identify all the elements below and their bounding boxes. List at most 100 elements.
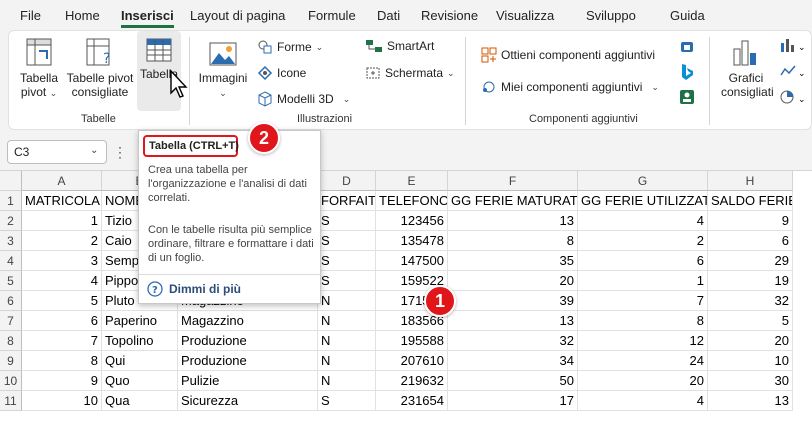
data-cell[interactable]: 4	[578, 391, 708, 411]
data-cell[interactable]: N	[318, 291, 376, 311]
data-cell[interactable]: 30	[708, 371, 793, 391]
data-cell[interactable]: 5	[22, 291, 102, 311]
data-cell[interactable]: 8	[578, 311, 708, 331]
select-all-corner[interactable]	[0, 171, 22, 191]
tab-layout[interactable]: Layout di pagina	[190, 8, 285, 23]
data-cell[interactable]: 8	[448, 231, 578, 251]
row-header[interactable]: 2	[0, 211, 22, 231]
data-cell[interactable]: 20	[448, 271, 578, 291]
data-cell[interactable]: 39	[448, 291, 578, 311]
modelli-3d-button[interactable]: Modelli 3D ⌄	[257, 91, 350, 107]
data-cell[interactable]: 7	[22, 331, 102, 351]
immagini-button[interactable]: Immagini ⌄	[193, 41, 253, 100]
data-cell[interactable]: 13	[448, 211, 578, 231]
data-cell[interactable]: N	[318, 311, 376, 331]
data-cell[interactable]: 7	[578, 291, 708, 311]
data-cell[interactable]: 2	[22, 231, 102, 251]
schermata-button[interactable]: Schermata ⌄	[365, 65, 455, 81]
row-header[interactable]: 11	[0, 391, 22, 411]
row-header[interactable]: 7	[0, 311, 22, 331]
data-cell[interactable]: 50	[448, 371, 578, 391]
data-cell[interactable]: N	[318, 371, 376, 391]
column-header[interactable]: E	[376, 171, 448, 191]
column-header[interactable]: F	[448, 171, 578, 191]
row-header[interactable]: 5	[0, 271, 22, 291]
people-graph-icon[interactable]	[679, 39, 695, 55]
bar-chart-icon[interactable]: ⌄	[779, 37, 807, 53]
worksheet-grid[interactable]: ABCDEFGH1234567891011MATRICOLANOMEREPART…	[0, 170, 812, 426]
tabella-pivot-button[interactable]: Tabella pivot ⌄	[15, 37, 63, 100]
data-cell[interactable]: Produzione	[178, 351, 318, 371]
data-cell[interactable]: 6	[22, 311, 102, 331]
data-cell[interactable]: 20	[708, 331, 793, 351]
data-cell[interactable]: 5	[708, 311, 793, 331]
data-cell[interactable]: S	[318, 251, 376, 271]
data-cell[interactable]: 1	[578, 271, 708, 291]
data-cell[interactable]: 135478	[376, 231, 448, 251]
data-cell[interactable]: 2	[578, 231, 708, 251]
data-cell[interactable]: 9	[708, 211, 793, 231]
forme-button[interactable]: Forme ⌄	[257, 39, 323, 55]
visio-icon[interactable]	[679, 89, 695, 105]
data-cell[interactable]: Pulizie	[178, 371, 318, 391]
tab-guida[interactable]: Guida	[670, 8, 705, 23]
data-cell[interactable]: 219632	[376, 371, 448, 391]
data-cell[interactable]: 29	[708, 251, 793, 271]
bing-icon[interactable]	[679, 63, 695, 81]
data-cell[interactable]: 19	[708, 271, 793, 291]
data-cell[interactable]: S	[318, 271, 376, 291]
data-cell[interactable]: Qui	[102, 351, 178, 371]
data-cell[interactable]: Sicurezza	[178, 391, 318, 411]
pie-chart-icon[interactable]: ⌄	[779, 89, 807, 105]
column-header[interactable]: A	[22, 171, 102, 191]
header-cell[interactable]: GG FERIE MATURATI	[448, 191, 578, 211]
tab-visualizza[interactable]: Visualizza	[496, 8, 554, 23]
data-cell[interactable]: N	[318, 351, 376, 371]
data-cell[interactable]: S	[318, 211, 376, 231]
row-header[interactable]: 10	[0, 371, 22, 391]
row-header[interactable]: 9	[0, 351, 22, 371]
data-cell[interactable]: 9	[22, 371, 102, 391]
row-header[interactable]: 8	[0, 331, 22, 351]
header-cell[interactable]: GG FERIE UTILIZZATI	[578, 191, 708, 211]
data-cell[interactable]: 8	[22, 351, 102, 371]
tooltip-help-link[interactable]: ? Dimmi di più	[147, 281, 241, 297]
data-cell[interactable]: 13	[448, 311, 578, 331]
data-cell[interactable]: 4	[578, 211, 708, 231]
row-header[interactable]: 1	[0, 191, 22, 211]
data-cell[interactable]: 207610	[376, 351, 448, 371]
tab-inserisci[interactable]: Inserisci	[121, 8, 174, 28]
miei-componenti-button[interactable]: Miei componenti aggiuntivi ⌄	[481, 79, 659, 95]
data-cell[interactable]: 32	[708, 291, 793, 311]
data-cell[interactable]: 17	[448, 391, 578, 411]
data-cell[interactable]: 231654	[376, 391, 448, 411]
data-cell[interactable]: 3	[22, 251, 102, 271]
data-cell[interactable]: 13	[708, 391, 793, 411]
data-cell[interactable]: 4	[22, 271, 102, 291]
data-cell[interactable]: 10	[708, 351, 793, 371]
tab-dati[interactable]: Dati	[377, 8, 400, 23]
data-cell[interactable]: 35	[448, 251, 578, 271]
row-header[interactable]: 6	[0, 291, 22, 311]
tab-sviluppo[interactable]: Sviluppo	[586, 8, 636, 23]
header-cell[interactable]: MATRICOLA	[22, 191, 102, 211]
more-icon[interactable]: ⋮	[113, 144, 127, 161]
icone-button[interactable]: Icone	[257, 65, 306, 81]
tab-formule[interactable]: Formule	[308, 8, 356, 23]
data-cell[interactable]: 32	[448, 331, 578, 351]
data-cell[interactable]: Topolino	[102, 331, 178, 351]
data-cell[interactable]: S	[318, 231, 376, 251]
tabelle-pivot-consigliate-button[interactable]: ? Tabelle pivot consigliate	[65, 37, 135, 99]
data-cell[interactable]: N	[318, 331, 376, 351]
tab-revisione[interactable]: Revisione	[421, 8, 478, 23]
data-cell[interactable]: 12	[578, 331, 708, 351]
column-header[interactable]: G	[578, 171, 708, 191]
data-cell[interactable]: Magazzino	[178, 311, 318, 331]
grafici-consigliati-button[interactable]: Grafici consigliati	[721, 37, 774, 99]
header-cell[interactable]: SALDO FERIE	[708, 191, 793, 211]
column-header[interactable]: H	[708, 171, 793, 191]
row-header[interactable]: 3	[0, 231, 22, 251]
smartart-button[interactable]: SmartArt	[365, 39, 434, 53]
data-cell[interactable]: 20	[578, 371, 708, 391]
data-cell[interactable]: S	[318, 391, 376, 411]
